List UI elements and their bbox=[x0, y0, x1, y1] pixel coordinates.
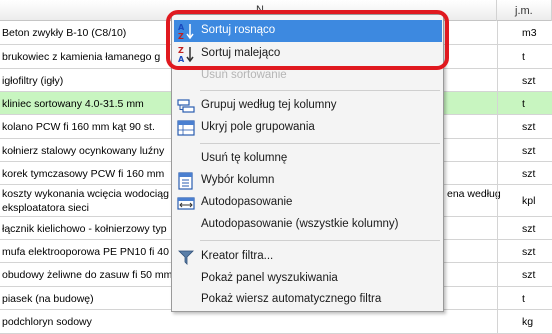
cell-unit: kg bbox=[522, 316, 534, 328]
cell-unit: szt bbox=[522, 75, 536, 87]
table-row[interactable]: podchloryn sodowy kg bbox=[0, 310, 552, 334]
menu-item-label: Usuń tę kolumnę bbox=[201, 152, 288, 164]
menu-item-label: Pokaż panel wyszukiwania bbox=[201, 272, 338, 284]
cell-unit: szt bbox=[522, 145, 536, 157]
menu-item-filter-editor[interactable]: Kreator filtra... bbox=[174, 246, 442, 268]
cell-unit: szt bbox=[522, 168, 536, 180]
column-header-unit-label: j.m. bbox=[515, 5, 533, 17]
menu-item-label: Usuń sortowanie bbox=[201, 69, 287, 81]
menu-separator bbox=[200, 90, 440, 91]
annotation-highlight-ring bbox=[166, 10, 449, 70]
menu-item-label: Kreator filtra... bbox=[201, 250, 274, 262]
cell-unit: kpl bbox=[522, 195, 536, 207]
menu-item-best-fit-all[interactable]: Autodopasowanie (wszystkie kolumny) bbox=[174, 214, 442, 236]
menu-item-show-find-panel[interactable]: Pokaż panel wyszukiwania bbox=[174, 268, 442, 290]
menu-item-best-fit[interactable]: Autodopasowanie bbox=[174, 192, 442, 214]
cell-unit: t bbox=[522, 293, 525, 305]
menu-item-label: Autodopasowanie bbox=[201, 196, 293, 208]
cell-name: Beton zwykły B-10 (C8/10) bbox=[2, 27, 127, 39]
cell-name: podchloryn sodowy bbox=[2, 316, 92, 328]
column-chooser-icon bbox=[178, 172, 193, 190]
menu-item-column-chooser[interactable]: Wybór kolumn bbox=[174, 170, 442, 192]
best-fit-icon bbox=[177, 197, 195, 210]
cell-name: mufa elektrooporowa PE PN10 fi 40 bbox=[2, 246, 169, 258]
cell-unit: szt bbox=[522, 121, 536, 133]
menu-item-label: Autodopasowanie (wszystkie kolumny) bbox=[201, 218, 399, 230]
cell-name: igłofiltry (igły) bbox=[2, 75, 64, 87]
menu-item-label: Pokaż wiersz automatycznego filtra bbox=[201, 293, 382, 305]
menu-item-show-auto-filter-row[interactable]: Pokaż wiersz automatycznego filtra bbox=[174, 289, 442, 311]
cell-name: kołnierz stalowy ocynkowany luźny bbox=[2, 145, 165, 157]
cell-name: brukowiec z kamienia łamanego g bbox=[2, 51, 161, 63]
menu-item-label: Wybór kolumn bbox=[201, 174, 275, 186]
group-panel-icon bbox=[177, 120, 195, 136]
group-by-icon bbox=[177, 99, 195, 113]
menu-separator bbox=[200, 143, 440, 144]
column-header-unit[interactable]: j.m. bbox=[497, 0, 552, 21]
menu-item-remove-column[interactable]: Usuń tę kolumnę bbox=[174, 148, 442, 170]
menu-item-label: Ukryj pole grupowania bbox=[201, 121, 315, 133]
cell-unit: szt bbox=[522, 246, 536, 258]
menu-item-group-by-column[interactable]: Grupuj według tej kolumny bbox=[174, 95, 442, 117]
menu-item-hide-group-panel[interactable]: Ukryj pole grupowania bbox=[174, 117, 442, 139]
cell-name-line2: eksploatatora sieci bbox=[2, 202, 89, 214]
filter-icon bbox=[178, 250, 194, 265]
menu-separator bbox=[200, 240, 440, 241]
cell-name: piasek (na budowę) bbox=[2, 293, 94, 305]
cell-name: łącznik kielichowo - kołnierzowy typ bbox=[2, 223, 167, 235]
cell-name: koszty wykonania wcięcia wodociąg bbox=[2, 188, 169, 200]
cell-name: kolano PCW fi 160 mm kąt 90 st. bbox=[2, 121, 155, 133]
cell-name: korek tymczasowy PCW fi 160 mm bbox=[2, 168, 165, 180]
cell-name: obudowy żeliwne do zasuw fi 50 mm bbox=[2, 269, 173, 281]
cell-unit: szt bbox=[522, 269, 536, 281]
cell-unit: t bbox=[522, 98, 525, 110]
menu-item-label: Grupuj według tej kolumny bbox=[201, 99, 337, 111]
cell-unit: szt bbox=[522, 223, 536, 235]
cell-unit: m3 bbox=[522, 27, 537, 39]
cell-name: kliniec sortowany 4.0-31.5 mm bbox=[2, 98, 144, 110]
cell-unit: t bbox=[522, 51, 525, 63]
cell-name-tail: ena według bbox=[447, 188, 501, 200]
